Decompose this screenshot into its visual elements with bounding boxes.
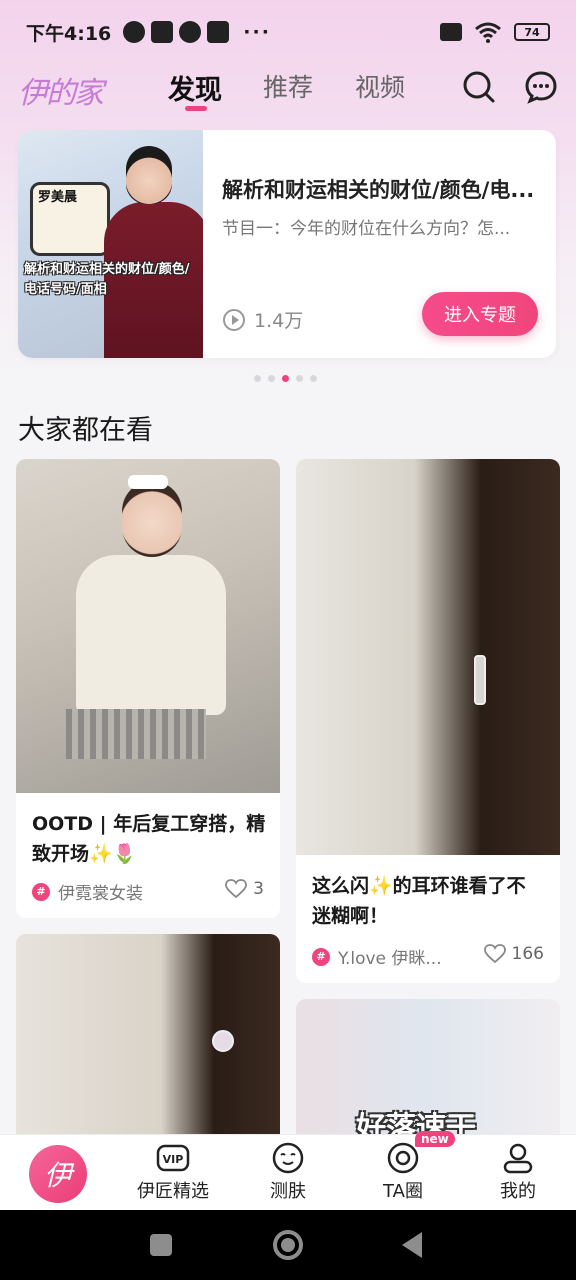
banner-view-count: 1.4万: [222, 306, 303, 333]
app-header: 伊的家 发现 推荐 视频: [0, 64, 576, 120]
banner-subtitle: 节目一：今年的财位在什么方向？怎...: [222, 219, 511, 239]
user-icon: [503, 1143, 533, 1174]
feed-card-1[interactable]: OOTD | 年后复工穿搭，精 致开场✨🌷 # 伊霓裳女装 3: [16, 459, 280, 918]
feed-card-title: OOTD | 年后复工穿搭，精 致开场✨🌷: [32, 809, 265, 869]
recent-apps-button[interactable]: [150, 1234, 172, 1256]
banner-views-value: 1.4万: [254, 310, 304, 332]
feed-card-title-line1: 这么闪✨的耳环谁看了不: [312, 875, 526, 897]
nav-item-profile[interactable]: 我的: [473, 1141, 563, 1203]
nav-item-vip[interactable]: VIP 伊匠精选: [128, 1141, 218, 1203]
wifi-icon: [475, 22, 501, 43]
feed-card-author[interactable]: # Y.love 伊眯...: [312, 944, 442, 969]
nav-label: 伊匠精选: [137, 1181, 209, 1202]
feed-card-2[interactable]: 这么闪✨的耳环谁看了不 迷糊啊！ # Y.love 伊眯... 166: [296, 459, 560, 983]
app-notification-icon-2: [207, 21, 230, 43]
heart-icon: [225, 879, 248, 899]
feed-card-3[interactable]: [16, 934, 280, 1134]
pager-dot-active[interactable]: [282, 375, 289, 382]
pager-dot[interactable]: [310, 375, 317, 382]
outfit-skirt: [66, 709, 206, 759]
earring-detail: [212, 1030, 234, 1052]
home-button[interactable]: [273, 1230, 303, 1260]
pager-dot[interactable]: [268, 375, 275, 382]
tab-video[interactable]: 视频: [355, 68, 405, 104]
system-navigation-bar: [0, 1210, 576, 1280]
banner-thumbnail: 罗美晨 解析和财运相关的财位/颜色/电话号码/面相: [18, 130, 203, 358]
nav-label: TA圈: [383, 1181, 423, 1202]
feed-card-title-line1: OOTD | 年后复工穿搭，精: [32, 813, 266, 835]
vip-icon: VIP: [156, 1144, 190, 1172]
enter-topic-button[interactable]: 进入专题: [422, 292, 538, 336]
tab-recommend[interactable]: 推荐: [263, 68, 313, 104]
feed-card-author[interactable]: # 伊霓裳女装: [32, 879, 143, 904]
play-icon: [223, 308, 245, 331]
nav-item-ta-circle[interactable]: TA圈: [358, 1141, 448, 1203]
tab-discover[interactable]: 发现: [168, 68, 222, 107]
feed-card-4[interactable]: 好落速干: [296, 999, 560, 1134]
outfit-top: [76, 555, 226, 715]
search-icon[interactable]: [462, 70, 496, 104]
hair-bow: [128, 475, 168, 489]
sim-icon: [440, 23, 462, 41]
author-name: Y.love 伊眯...: [338, 949, 442, 969]
feed-card-title-line2: 致开场✨🌷: [32, 843, 137, 865]
pager-dot[interactable]: [296, 375, 303, 382]
featured-banner[interactable]: 罗美晨 解析和财运相关的财位/颜色/电话号码/面相 解析和财运相关的财位/颜色/…: [18, 130, 556, 358]
banner-image-caption: 解析和财运相关的财位/颜色/电话号码/面相: [24, 262, 190, 297]
heart-icon: [483, 944, 506, 964]
face-icon: [272, 1142, 304, 1174]
status-time: 下午4:16: [26, 22, 112, 45]
nav-label: 测肤: [270, 1181, 306, 1202]
nav-home-button[interactable]: 伊: [29, 1145, 87, 1203]
earring-detail: [474, 655, 486, 705]
check-icon: [179, 21, 202, 43]
more-notifications-icon: ···: [243, 21, 271, 43]
host-head: [126, 146, 172, 204]
like-count: 166: [511, 944, 544, 964]
like-button[interactable]: 166: [483, 944, 544, 964]
feed-card-image: [16, 934, 280, 1134]
nav-item-skin-test[interactable]: 测肤: [243, 1141, 333, 1203]
pager-dot[interactable]: [254, 375, 261, 382]
bottom-navigation: 伊 VIP 伊匠精选 测肤 TA圈 new 我的: [0, 1131, 576, 1210]
message-icon[interactable]: [524, 70, 558, 104]
feed-card-image: [296, 459, 560, 855]
banner-title: 解析和财运相关的财位/颜色/电...: [222, 178, 535, 202]
banner-pager: [254, 375, 317, 382]
topic-hash-icon: #: [312, 947, 330, 966]
like-count: 3: [253, 879, 264, 899]
section-title: 大家都在看: [18, 415, 153, 446]
feed-card-image: [16, 459, 280, 793]
banner-sign-title: 罗美晨: [38, 190, 78, 205]
svg-text:VIP: VIP: [163, 1153, 184, 1166]
status-bar: 下午4:16 ··· 74: [0, 0, 576, 64]
app-logo: 伊的家: [18, 76, 104, 111]
nav-label: 我的: [500, 1181, 536, 1202]
battery-indicator: 74: [514, 23, 550, 41]
new-badge: new: [415, 1131, 455, 1147]
app-notification-icon: [151, 21, 174, 43]
feed-card-image: 好落速干: [296, 999, 560, 1134]
active-tab-indicator: [185, 106, 207, 111]
like-button[interactable]: 3: [225, 879, 264, 899]
feed-card-title: 这么闪✨的耳环谁看了不 迷糊啊！: [312, 871, 526, 931]
back-button[interactable]: [402, 1232, 422, 1258]
feed-card-title-line2: 迷糊啊！: [312, 905, 389, 927]
author-name: 伊霓裳女装: [58, 884, 143, 904]
topic-hash-icon: #: [32, 882, 50, 901]
model-face: [122, 481, 182, 557]
feed-card-overlay-text: 好落速干: [356, 1111, 476, 1134]
mute-icon: [123, 21, 146, 43]
